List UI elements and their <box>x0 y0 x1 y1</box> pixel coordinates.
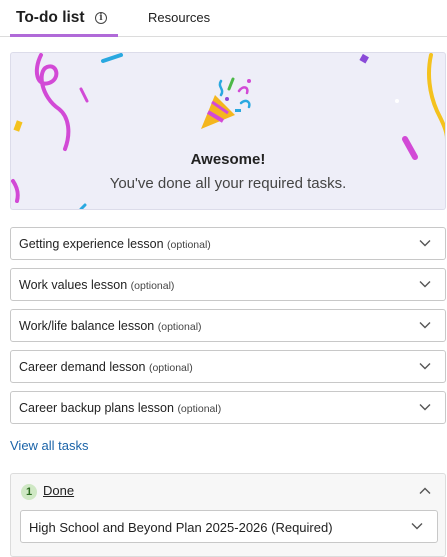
task-row-getting-experience[interactable]: Getting experience lesson (optional) <box>10 227 446 260</box>
done-item-label: High School and Beyond Plan 2025-2026 (R… <box>29 520 333 535</box>
party-popper-icon <box>201 77 251 129</box>
tab-resources[interactable]: Resources <box>140 0 220 37</box>
tab-bar: To-do list i Resources <box>0 0 447 37</box>
task-label: Career backup plans lesson (optional) <box>19 401 222 415</box>
task-row-work-life-balance[interactable]: Work/life balance lesson (optional) <box>10 309 446 342</box>
chevron-down-icon <box>419 281 431 288</box>
task-label: Career demand lesson (optional) <box>19 360 193 374</box>
done-section: 1 Done High School and Beyond Plan 2025-… <box>10 473 446 557</box>
done-count-badge: 1 <box>21 484 37 500</box>
banner-title: Awesome! <box>190 151 266 168</box>
done-item-hsbp[interactable]: High School and Beyond Plan 2025-2026 (R… <box>20 510 438 543</box>
chevron-up-icon[interactable] <box>418 484 432 498</box>
banner-subtitle: You've done all your required tasks. <box>109 175 347 192</box>
chevron-down-icon <box>419 363 431 370</box>
task-row-work-values[interactable]: Work values lesson (optional) <box>10 268 446 301</box>
task-row-career-backup-plans[interactable]: Career backup plans lesson (optional) <box>10 391 446 424</box>
info-icon[interactable]: i <box>95 12 107 24</box>
done-toggle-link[interactable]: Done <box>43 483 74 498</box>
celebration-banner: Awesome! You've done all your required t… <box>10 52 446 210</box>
tab-resources-label: Resources <box>148 10 211 25</box>
view-all-tasks-link[interactable]: View all tasks <box>10 438 89 453</box>
task-label: Getting experience lesson (optional) <box>19 237 211 251</box>
tab-todo-list[interactable]: To-do list i <box>10 0 118 37</box>
tab-todo-list-label: To-do list <box>16 9 85 26</box>
task-label: Work values lesson (optional) <box>19 278 175 292</box>
chevron-down-icon <box>419 404 431 411</box>
chevron-down-icon <box>419 240 431 247</box>
chevron-down-icon <box>419 322 431 329</box>
chevron-down-icon <box>411 523 423 530</box>
task-row-career-demand[interactable]: Career demand lesson (optional) <box>10 350 446 383</box>
task-label: Work/life balance lesson (optional) <box>19 319 202 333</box>
